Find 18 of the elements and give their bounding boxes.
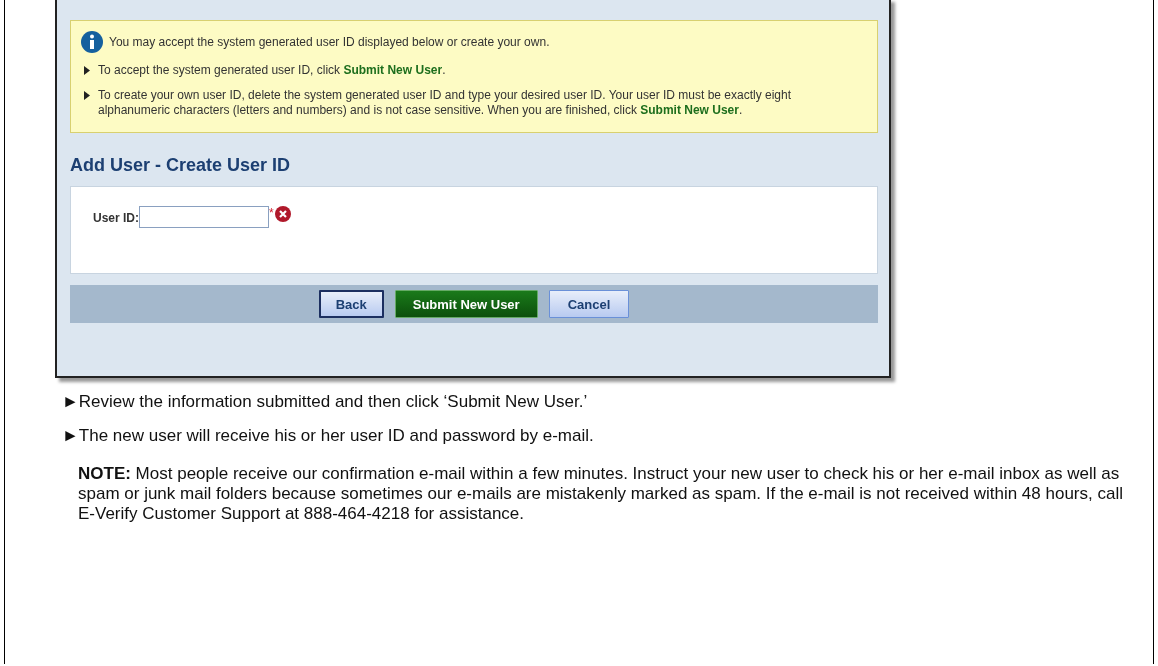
step-text: Review the information submitted and then click ‘Submit New User.’: [78, 392, 588, 412]
triangle-bullet-icon: [84, 91, 90, 100]
triangle-bullet-icon: [84, 66, 90, 75]
user-id-field[interactable]: [139, 206, 269, 228]
required-mark: *: [269, 206, 274, 220]
note-paragraph: NOTE: Most people receive our confirmation e-mail within a few minutes. Instruct your new user to check his or her e-mail inbox as well as spam or junk mail folders because sometimes our e-mails are mistakenly marked as spam. If the e-mail is not received within 48 hours, call E-Verify Customer Support at 888-464-4218 for assistance.: [78, 464, 1124, 524]
info-icon: [81, 31, 103, 53]
section-heading: Add User - Create User ID: [70, 155, 292, 176]
form-button[interactable]: Submit New User: [394, 290, 538, 318]
step-text: The new user will receive his or her user ID and password by e-mail.: [78, 426, 594, 446]
field-label: User ID:: [93, 211, 139, 225]
form-button[interactable]: Cancel: [548, 290, 630, 318]
info-item-text: To accept the system generated user ID, click Submit New User.: [98, 63, 446, 78]
info-text: You may accept the system generated user ID displayed below or create your own.: [109, 35, 550, 49]
info-item-text: To create your own user ID, delete the system generated user ID and type your desired user ID. Your user ID must be exactly eight alphanumeric characters (letters and numbers) and is not case sensitive. When you are finished, click Submit New User.: [98, 88, 793, 118]
step-marker: ►: [62, 426, 79, 446]
step-marker: ►: [62, 392, 79, 412]
form-button[interactable]: Back: [318, 290, 384, 318]
